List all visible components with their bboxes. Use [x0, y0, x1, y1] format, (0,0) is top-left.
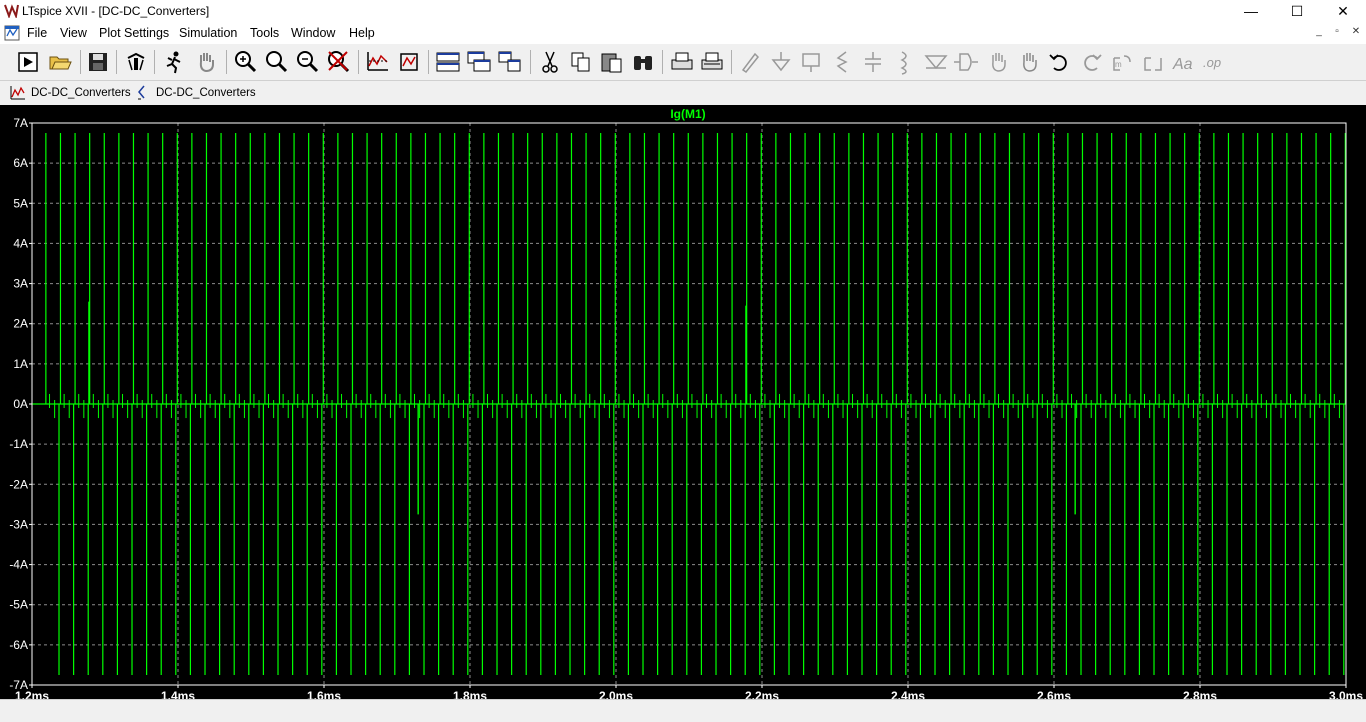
x-tick-label: 1.4ms [161, 689, 195, 699]
y-tick-label: -2A [9, 477, 28, 491]
print-setup-icon[interactable] [698, 48, 726, 76]
window-title: LTspice XVII - [DC-DC_Converters] [22, 4, 210, 18]
open-icon[interactable] [46, 48, 74, 76]
drag-icon[interactable] [1015, 48, 1043, 76]
x-tick-label: 2.8ms [1183, 689, 1217, 699]
x-tick-label: 2.0ms [599, 689, 633, 699]
menu-simulation[interactable]: Simulation [179, 26, 237, 40]
y-tick-label: -6A [9, 638, 28, 652]
tile-vertical-icon[interactable] [496, 48, 524, 76]
y-tick-label: 7A [13, 116, 28, 130]
find-icon[interactable] [629, 48, 657, 76]
y-tick-label: 2A [13, 317, 28, 331]
tile-horizontal-icon[interactable] [434, 48, 462, 76]
svg-text:m: m [1115, 60, 1122, 69]
autorange-icon[interactable] [364, 48, 392, 76]
waveform-plot[interactable]: 7A 6A 5A 4A 3A 2A 1A 0A -1A -2A -3A -4A -5A -6A -7A 1.… [0, 105, 1366, 703]
menu-help[interactable]: Help [349, 26, 375, 40]
svg-text:Aa: Aa [1172, 56, 1193, 73]
y-tick-label: -1A [9, 437, 28, 451]
rotate-icon[interactable]: m [1108, 48, 1136, 76]
y-axis-ticks: 7A6A5A4A3A2A1A0A-1A-2A-3A-4A-5A-6A-7A [9, 116, 32, 692]
x-tick-label: 1.6ms [307, 689, 341, 699]
zoom-cancel-icon[interactable] [325, 48, 353, 76]
y-tick-label: 6A [13, 156, 28, 170]
diode-icon[interactable] [922, 48, 950, 76]
menu-window[interactable]: Window [291, 26, 335, 40]
spice-directive-icon[interactable]: .op [1201, 48, 1229, 76]
redo-icon[interactable] [1077, 48, 1105, 76]
x-tick-label: 1.8ms [453, 689, 487, 699]
y-tick-label: 1A [13, 357, 28, 371]
move-icon[interactable] [984, 48, 1012, 76]
y-tick-label: 4A [13, 236, 28, 250]
resistor-icon[interactable] [828, 48, 856, 76]
schematic-icon [138, 85, 145, 100]
mdi-close-button[interactable]: ✕ [1349, 25, 1363, 39]
print-icon[interactable] [668, 48, 696, 76]
waveform-chart[interactable]: 7A6A5A4A3A2A1A0A-1A-2A-3A-4A-5A-6A-7A 1.… [0, 105, 1366, 703]
run-icon[interactable] [14, 48, 42, 76]
zoom-in-icon[interactable] [232, 48, 260, 76]
title-bar: LTspice XVII - [DC-DC_Converters] — ☐ ✕ [0, 0, 1366, 22]
waveform-icon [10, 86, 25, 100]
status-bar [0, 699, 1366, 722]
ground-icon[interactable] [767, 48, 795, 76]
y-tick-label: 3A [13, 277, 28, 291]
save-icon[interactable] [84, 48, 112, 76]
tab-bar: DC-DC_Converters DC-DC_Converters [0, 81, 1366, 105]
y-tick-label: -4A [9, 558, 28, 572]
y-tick-label: -3A [9, 517, 28, 531]
x-tick-label: 2.4ms [891, 689, 925, 699]
copy-icon[interactable] [567, 48, 595, 76]
y-tick-label: -5A [9, 598, 28, 612]
x-tick-label: 1.2ms [15, 689, 49, 699]
x-axis-ticks: 1.2ms 1.4ms 1.6ms 1.8ms 2.0ms 2.2ms 2.4ms 2.6ms… [15, 685, 1363, 703]
menu-bar: File View Plot Settings Simulation Tools… [0, 22, 1366, 44]
minimize-button[interactable]: — [1228, 0, 1274, 22]
tab-schematic-label: DC-DC_Converters [156, 87, 256, 99]
cut-icon[interactable] [536, 48, 564, 76]
x-tick-label: 2.6ms [1037, 689, 1071, 699]
component-icon[interactable] [952, 48, 980, 76]
menu-file[interactable]: File [27, 26, 47, 40]
trace-label[interactable]: Ig(M1) [670, 107, 705, 121]
mirror-icon[interactable] [1139, 48, 1167, 76]
x-tick-label: 2.2ms [745, 689, 779, 699]
document-icon[interactable] [4, 25, 20, 41]
y-tick-label: 0A [13, 397, 28, 411]
mdi-restore-button[interactable]: ▫ [1330, 25, 1344, 39]
mdi-minimize-button[interactable]: _ [1312, 25, 1326, 39]
cascade-icon[interactable] [465, 48, 493, 76]
pan-icon[interactable] [192, 48, 220, 76]
run-halt-icon[interactable] [160, 48, 188, 76]
label-net-icon[interactable] [797, 48, 825, 76]
y-tick-label: 5A [13, 196, 28, 210]
undo-icon[interactable] [1046, 48, 1074, 76]
capacitor-icon[interactable] [859, 48, 887, 76]
tab-waveform-label: DC-DC_Converters [31, 87, 131, 99]
zoom-out-icon[interactable] [294, 48, 322, 76]
ltspice-logo-icon [4, 3, 19, 18]
inductor-icon[interactable] [890, 48, 918, 76]
menu-tools[interactable]: Tools [250, 26, 279, 40]
maximize-button[interactable]: ☐ [1274, 0, 1320, 22]
svg-text:.op: .op [1203, 55, 1221, 70]
text-icon[interactable]: Aa [1170, 48, 1198, 76]
control-panel-icon[interactable] [122, 48, 150, 76]
menu-plot-settings[interactable]: Plot Settings [99, 26, 169, 40]
toolbar: m Aa .op [0, 44, 1366, 81]
x-tick-label: 3.0ms [1329, 689, 1363, 699]
menu-view[interactable]: View [60, 26, 87, 40]
close-button[interactable]: ✕ [1320, 0, 1366, 22]
plot-settings-icon[interactable] [395, 48, 423, 76]
trace-ig-m1[interactable] [32, 133, 1346, 675]
paste-icon[interactable] [598, 48, 626, 76]
zoom-area-icon[interactable] [263, 48, 291, 76]
draw-wire-icon[interactable] [737, 48, 765, 76]
